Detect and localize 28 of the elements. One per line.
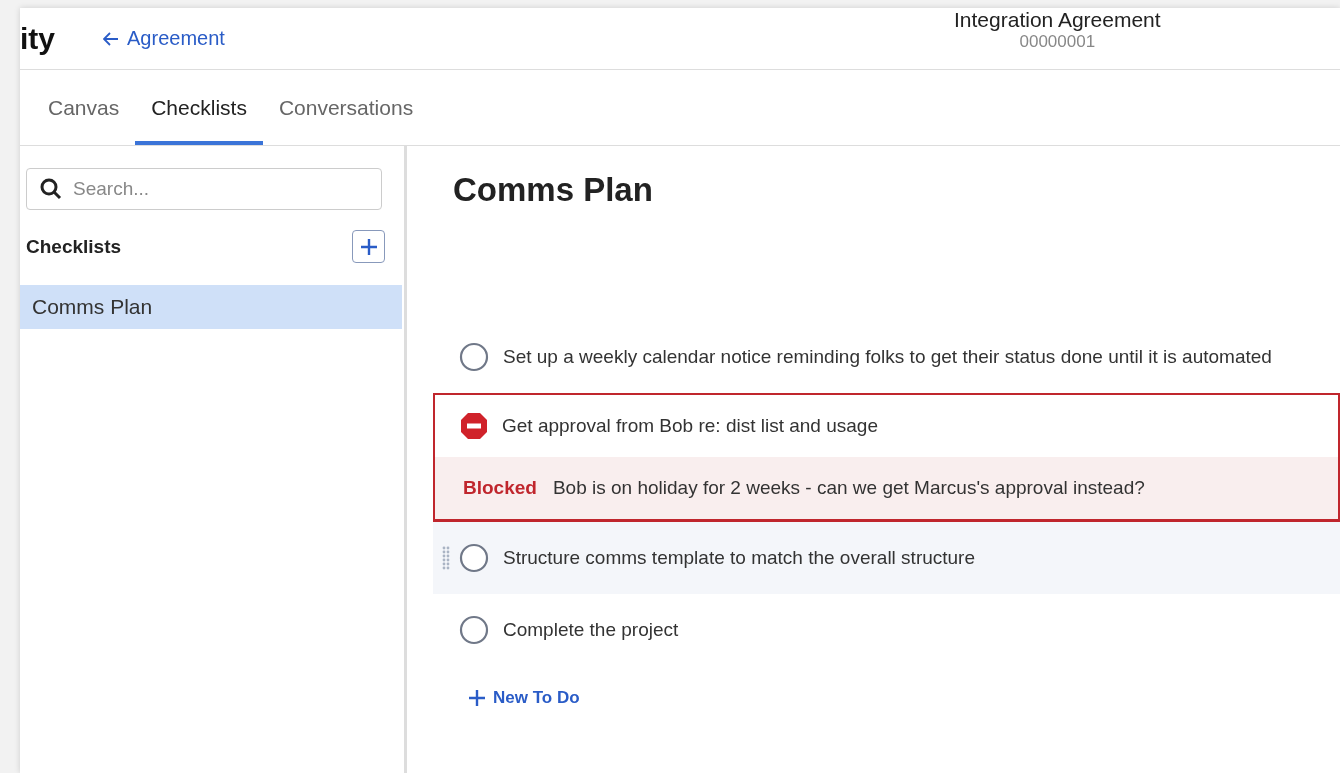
plus-icon (359, 237, 378, 256)
task-label: Complete the project (503, 619, 679, 641)
tab[interactable]: Conversations (262, 70, 430, 145)
drag-handle-icon[interactable] (442, 546, 450, 570)
tab[interactable]: Checklists (135, 70, 263, 145)
add-checklist-button[interactable] (352, 230, 385, 263)
back-arrow-icon (103, 31, 119, 46)
sidebar-heading: Checklists (26, 235, 122, 258)
search-icon (40, 178, 62, 200)
record-number: 00000001 (1019, 32, 1096, 52)
tab[interactable]: Canvas (32, 70, 136, 145)
checkbox-circle-icon[interactable] (459, 342, 489, 372)
blocked-icon (460, 412, 488, 440)
search-field[interactable]: Search... (26, 168, 382, 210)
checklist-item[interactable]: Comms Plan (20, 285, 402, 329)
app-title: ity (20, 21, 55, 56)
back-link[interactable]: Agreement (103, 27, 225, 50)
plus-icon (469, 690, 485, 706)
task-label: Structure comms template to match the overall structure (503, 547, 975, 569)
status-label: Blocked (463, 477, 537, 499)
task-label: Set up a weekly calendar notice reminding folks to get their status done until it is automated (503, 346, 1272, 368)
checkbox-circle-icon[interactable] (459, 543, 489, 573)
task-label: Get approval from Bob re: dist list and usage (502, 415, 878, 437)
blocked-note: Bob is on holiday for 2 weeks - can we get Marcus's approval instead? (552, 477, 1145, 499)
checkbox-circle-icon[interactable] (459, 615, 489, 645)
record-title: Integration Agreement (954, 8, 1161, 32)
checklist-title: Comms Plan (453, 171, 654, 210)
new-todo-button[interactable]: New To Do (469, 688, 580, 708)
